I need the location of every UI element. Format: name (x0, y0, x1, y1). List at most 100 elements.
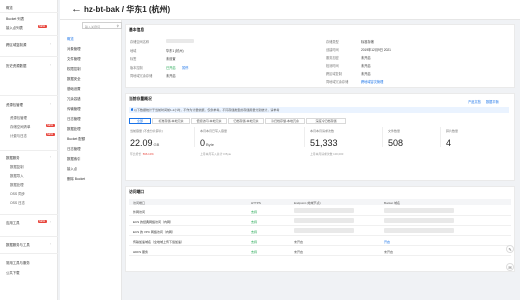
metric-value: 508 (388, 138, 403, 148)
subnav-item[interactable]: 日志管理 (67, 116, 81, 121)
left-sidebar: 概览 Bucket 列表 接入点列表 NEW 跨区域复制源 › 历史资源数据 › 资源包管理 › 资… (0, 0, 58, 300)
divider (0, 95, 58, 96)
table-row: ECS 的经典网络访问（内网） 支持 (129, 216, 511, 226)
sidebar-item[interactable]: 存储空间清单 (10, 124, 30, 129)
redacted-domain (384, 208, 454, 213)
basic-info-card: 基本信息 存储空间名称 地域 华东1 (杭州) 标签 未设置 版本控制 已开启 暂停 同地域冗余… (125, 24, 515, 88)
arrow-left-icon[interactable]: ← (71, 3, 82, 15)
metric-number: 51,333 (310, 138, 338, 148)
info-key: 标签 (130, 57, 137, 61)
redacted-domain (384, 228, 454, 233)
divider (0, 214, 58, 215)
info-key: 地域 (130, 48, 137, 53)
sidebar-item[interactable]: 数据导入 (10, 173, 24, 178)
endpoint-value: 未开启 (294, 239, 304, 244)
subnav-item[interactable]: 对象管理 (67, 46, 81, 51)
sidebar-item[interactable]: 公共下载 (6, 270, 20, 275)
subnav-item[interactable]: 传输管理 (67, 106, 81, 111)
metric-delta: 596.10% (142, 152, 154, 156)
subnav-item[interactable]: 数据索引 (67, 156, 81, 161)
storage-tab[interactable]: 标准存储-本地冗余 (152, 118, 190, 124)
access-title: 访问端口 (129, 190, 145, 194)
subnav-item[interactable]: Bucket 配额 (67, 136, 85, 141)
search-input[interactable]: 输入关键词 ⚲ (82, 22, 122, 29)
table-header: 访问端口 HTTPS Endpoint (地域节点) Bucket 域名 (129, 199, 511, 205)
metric-sub: 上月本月写入总计 0 Byte (200, 152, 231, 156)
chevron-right-icon: › (49, 154, 51, 159)
metric-label: 碎片数量 (446, 129, 459, 133)
subnav-item[interactable]: 权限控制 (67, 66, 81, 71)
storage-tab[interactable]: 归档存储-本地冗余 (228, 118, 264, 124)
metric-value: 22.09GB (130, 138, 159, 148)
subnav-item[interactable]: 冗余容错 (67, 96, 81, 101)
port-name: ECS 的 VPC 网络访问（内网） (133, 229, 175, 234)
sidebar-item[interactable]: OSS 同步 (10, 191, 25, 196)
data-balance-link[interactable]: 数据平衡 (486, 99, 499, 104)
sidebar-item[interactable]: 概览 (6, 5, 13, 10)
sidebar-item[interactable]: 计费与日志 (10, 133, 27, 138)
metric-value: 0Byte (200, 138, 214, 148)
metric-unit: GB (153, 142, 160, 147)
sidebar-item[interactable]: 资源包管理 (6, 102, 23, 107)
sidebar-item[interactable]: 跨区域复制源 (6, 42, 26, 47)
divider (382, 127, 383, 147)
search-placeholder: 输入关键词 (85, 24, 101, 29)
metric-number: 4 (446, 138, 452, 148)
chevron-right-icon: › (49, 219, 51, 224)
sidebar-item[interactable]: 常用工具与服务 (6, 260, 30, 265)
new-badge: NEW (45, 133, 55, 137)
chat-icon[interactable]: ✉ (506, 263, 514, 271)
storage-tab[interactable]: 冷归档存储-本地冗余 (265, 118, 305, 124)
product-docs-link[interactable]: 产品文档 (468, 99, 481, 104)
redacted-endpoint (294, 228, 354, 233)
suspend-link[interactable]: 暂停 (182, 65, 188, 70)
chevron-down-icon[interactable]: ˅ (164, 5, 167, 11)
redacted-endpoint (294, 218, 354, 223)
sidebar-item[interactable]: 应用工具 (6, 220, 20, 225)
divider (0, 35, 58, 36)
metric-number: 508 (388, 138, 404, 148)
https-support: 支持 (251, 229, 258, 234)
search-icon[interactable]: ⚲ (117, 24, 119, 28)
subnav-item[interactable]: 数据处理 (67, 126, 81, 131)
sidebar-item[interactable]: 数据服务与工具 (6, 242, 30, 247)
edit-icon[interactable]: ✎ (506, 245, 514, 253)
sidebar-item[interactable]: 数据复制 (10, 164, 24, 169)
metric-unit: Byte (206, 142, 215, 147)
storage-tab[interactable]: 全部 (129, 118, 151, 124)
info-value: 未开启 (361, 64, 371, 68)
https-support: 支持 (251, 249, 258, 254)
subnav-item[interactable]: 数据安全 (67, 76, 81, 81)
storage-tab[interactable]: 深度冷归档存储 (306, 118, 346, 124)
divider (0, 253, 58, 254)
metric-label: 本月本月请求次数 (310, 129, 335, 133)
sidebar-item[interactable]: 历史资源数据 (6, 63, 26, 68)
page-header: ← hz-bt-bak / 华东1 (杭州) ˅ (60, 0, 520, 20)
new-badge: NEW (37, 25, 47, 29)
subnav-item[interactable]: 日志管理 (67, 146, 81, 151)
storage-tab[interactable]: 低频访问-本地冗余 (191, 118, 227, 124)
subnav-item[interactable]: 文件管理 (67, 56, 81, 61)
metric-number: 22.09 (130, 138, 153, 148)
sidebar-item[interactable]: Bucket 列表 (6, 16, 24, 21)
sidebar-item[interactable]: 数据服务 (6, 155, 20, 160)
sidebar-item[interactable]: 数据处理 (10, 182, 24, 187)
info-key: 服务加密 (326, 56, 339, 60)
domain-value[interactable]: 开启 (384, 240, 390, 244)
chevron-right-icon: › (49, 101, 51, 106)
stats-title: 当前存量概况 (129, 97, 152, 101)
https-support: 支持 (251, 209, 258, 214)
subnav-item[interactable]: 概览 (67, 36, 74, 41)
sidebar-item[interactable]: OSS 日志 (10, 200, 25, 205)
divider (0, 150, 58, 151)
info-value: 未开启 (361, 72, 371, 76)
subnav-item[interactable]: 基础设置 (67, 86, 81, 91)
sidebar-item[interactable]: 资源包管理 (10, 115, 27, 120)
metric-sub-text: 上月本月写入总计 0 Byte (200, 152, 232, 156)
divider (0, 12, 58, 13)
subnav-item[interactable]: 删除 Bucket (67, 176, 85, 181)
redacted-domain (384, 218, 454, 223)
sidebar-item[interactable]: 接入点列表 (6, 25, 23, 30)
subnav-item[interactable]: 接入点 (67, 166, 77, 171)
info-value[interactable]: 跨地域容灾管理 (361, 79, 383, 84)
